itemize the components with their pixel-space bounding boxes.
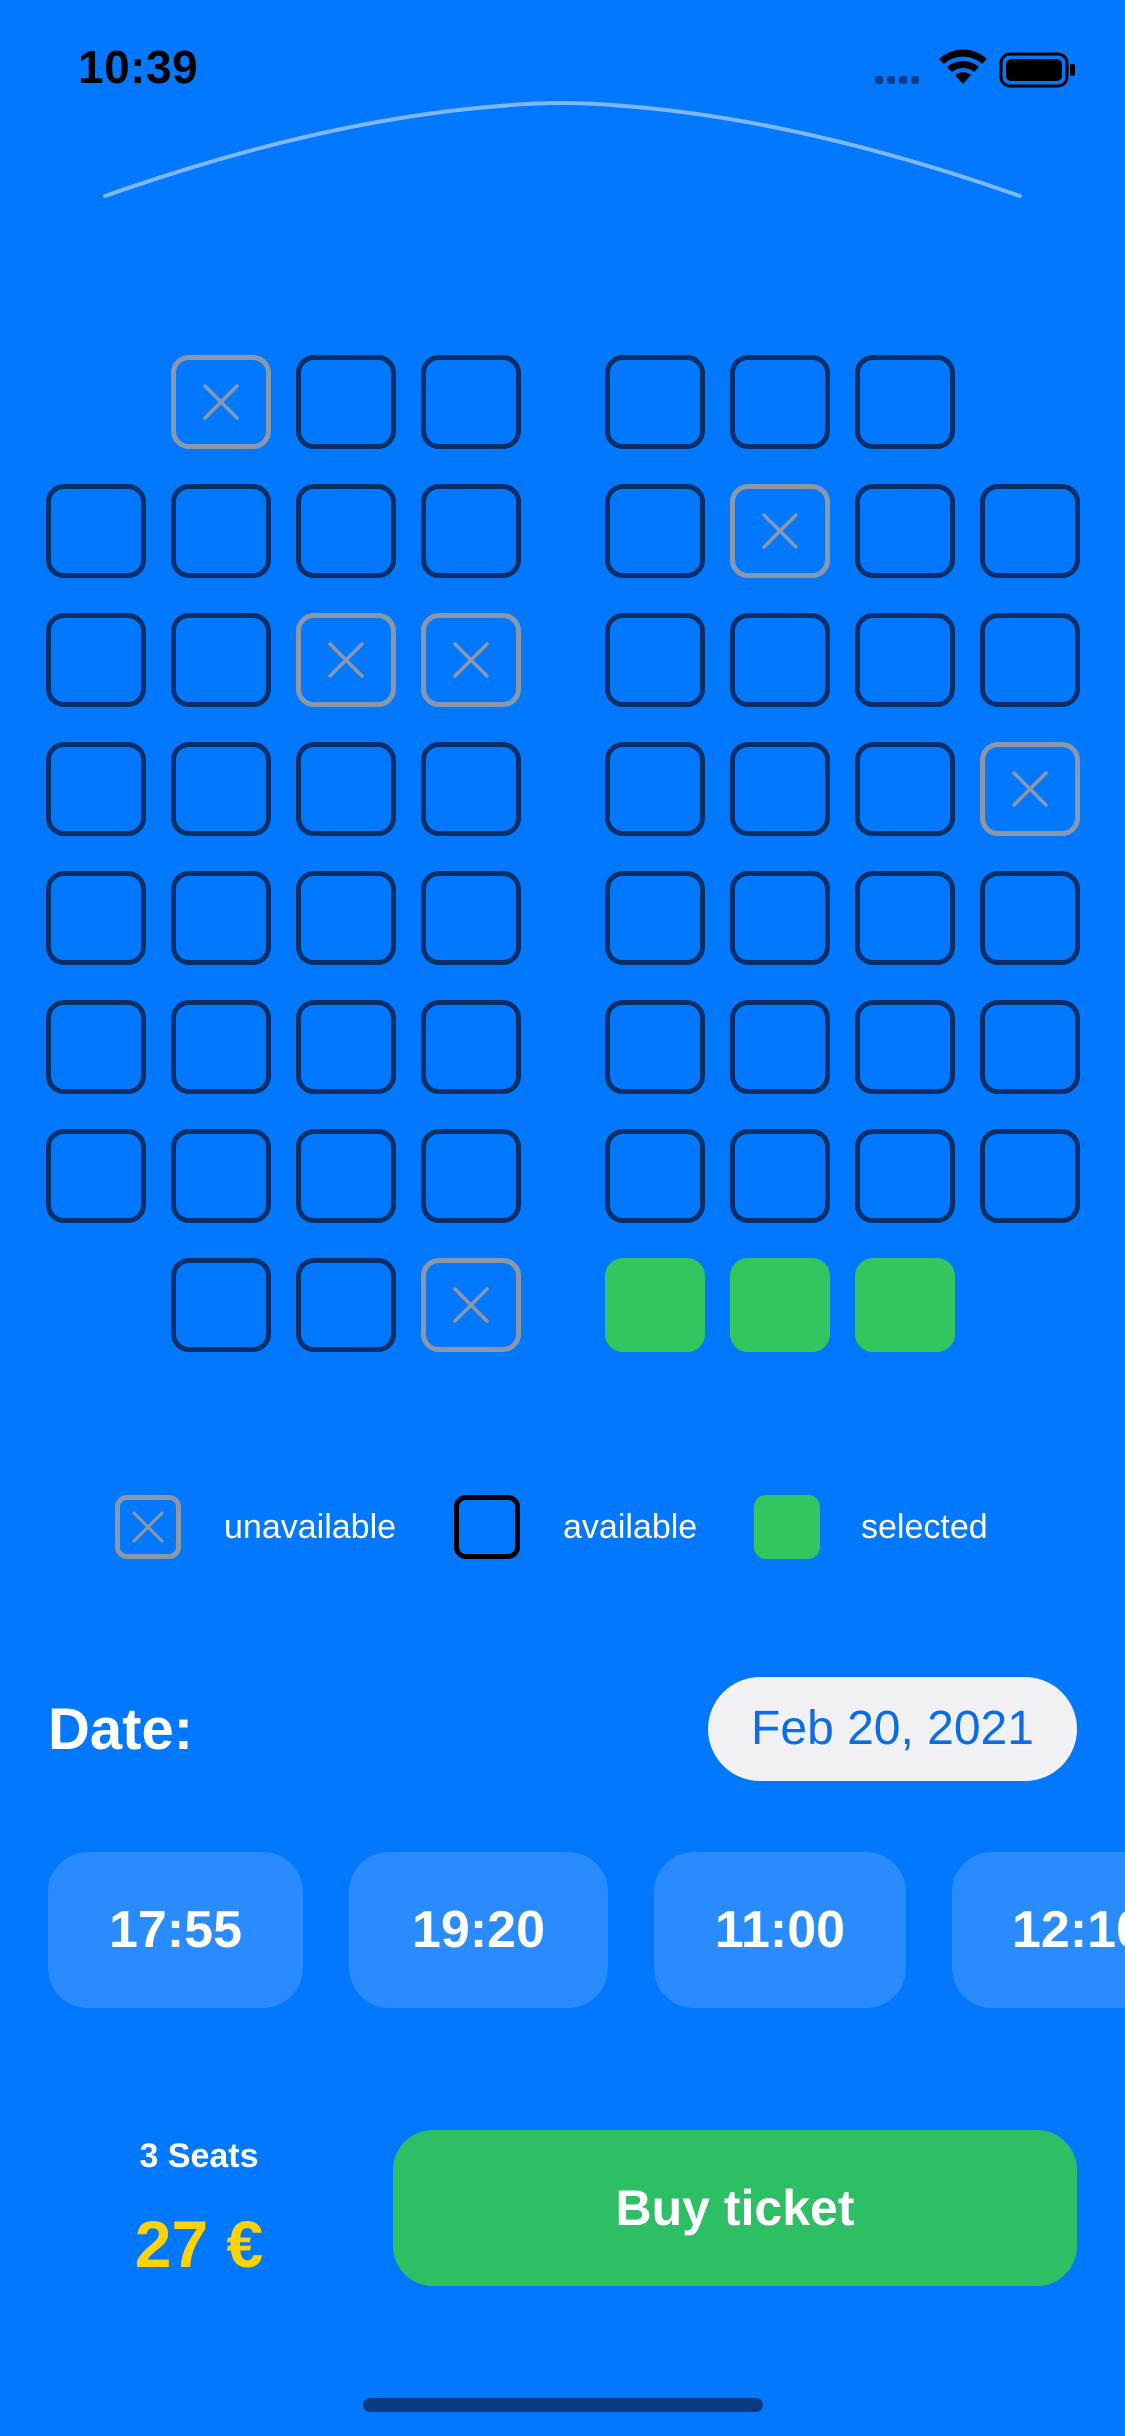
seat-available[interactable] [855,355,955,449]
seat-available[interactable] [855,1129,955,1223]
seat-available[interactable] [605,742,705,836]
seat-available[interactable] [605,871,705,965]
seat-available[interactable] [730,871,830,965]
seat-unavailable [421,1258,521,1352]
seats-count: 3 Seats [139,2137,259,2175]
showtime-chip[interactable]: 11:00 [654,1852,906,2008]
seat-available[interactable] [171,1129,271,1223]
seat-available[interactable] [980,613,1080,707]
close-icon [328,642,364,678]
seat-available[interactable] [46,613,146,707]
seat-available[interactable] [730,742,830,836]
seat-available[interactable] [171,484,271,578]
home-indicator[interactable] [363,2398,763,2412]
seat-unavailable [980,742,1080,836]
seat-available[interactable] [855,871,955,965]
seat-available[interactable] [605,1000,705,1094]
legend-unavailable-swatch [115,1495,181,1559]
close-icon [762,513,798,549]
close-icon [453,1287,489,1323]
seat-available[interactable] [46,484,146,578]
seat-unavailable [171,355,271,449]
close-icon [203,384,239,420]
buy-ticket-button[interactable]: Buy ticket [393,2130,1077,2286]
legend-selected-label: selected [861,1508,988,1546]
seat-available[interactable] [171,1000,271,1094]
seat-available[interactable] [855,613,955,707]
seat-available[interactable] [605,355,705,449]
showtime-chip[interactable]: 17:55 [48,1852,303,2008]
seat-available[interactable] [605,613,705,707]
legend-available-swatch [454,1495,520,1559]
seat-available[interactable] [980,871,1080,965]
close-icon [1012,771,1048,807]
showtime-chip[interactable]: 12:10 [952,1852,1125,2008]
seat-available[interactable] [980,484,1080,578]
seat-unavailable [730,484,830,578]
seat-selected[interactable] [730,1258,830,1352]
seat-available[interactable] [46,742,146,836]
seat-available[interactable] [855,1000,955,1094]
seat-available[interactable] [730,1129,830,1223]
seat-selected[interactable] [855,1258,955,1352]
seat-available[interactable] [730,355,830,449]
legend-selected-swatch [754,1495,820,1559]
seat-available[interactable] [605,1129,705,1223]
seat-available[interactable] [855,742,955,836]
seat-available[interactable] [171,613,271,707]
total-price: 27 € [134,2207,264,2281]
seat-available[interactable] [46,1000,146,1094]
seat-available[interactable] [171,742,271,836]
seat-available[interactable] [171,871,271,965]
seat-available[interactable] [421,1000,521,1094]
seat-available[interactable] [296,871,396,965]
seat-available[interactable] [421,1129,521,1223]
seat-available[interactable] [605,484,705,578]
seat-available[interactable] [296,1258,396,1352]
screen-curve [103,101,1022,198]
seat-available[interactable] [46,871,146,965]
seat-available[interactable] [730,1000,830,1094]
showtime-chip[interactable]: 19:20 [349,1852,608,2008]
seat-unavailable [421,613,521,707]
seat-available[interactable] [296,1129,396,1223]
legend-unavailable-label: unavailable [224,1508,397,1546]
seat-unavailable [296,613,396,707]
seat-available[interactable] [421,484,521,578]
seat-available[interactable] [421,871,521,965]
seat-selected[interactable] [605,1258,705,1352]
date-label: Date: [48,1697,194,1762]
seat-available[interactable] [296,1000,396,1094]
close-icon [132,1511,164,1543]
seat-available[interactable] [296,742,396,836]
seat-available[interactable] [296,484,396,578]
seat-available[interactable] [980,1000,1080,1094]
seat-available[interactable] [46,1129,146,1223]
seat-available[interactable] [296,355,396,449]
legend-available-label: available [563,1508,698,1546]
seat-available[interactable] [421,355,521,449]
seat-available[interactable] [855,484,955,578]
date-picker[interactable]: Feb 20, 2021 [708,1677,1077,1781]
seat-available[interactable] [171,1258,271,1352]
seat-available[interactable] [421,742,521,836]
seat-available[interactable] [980,1129,1080,1223]
seat-available[interactable] [730,613,830,707]
close-icon [453,642,489,678]
